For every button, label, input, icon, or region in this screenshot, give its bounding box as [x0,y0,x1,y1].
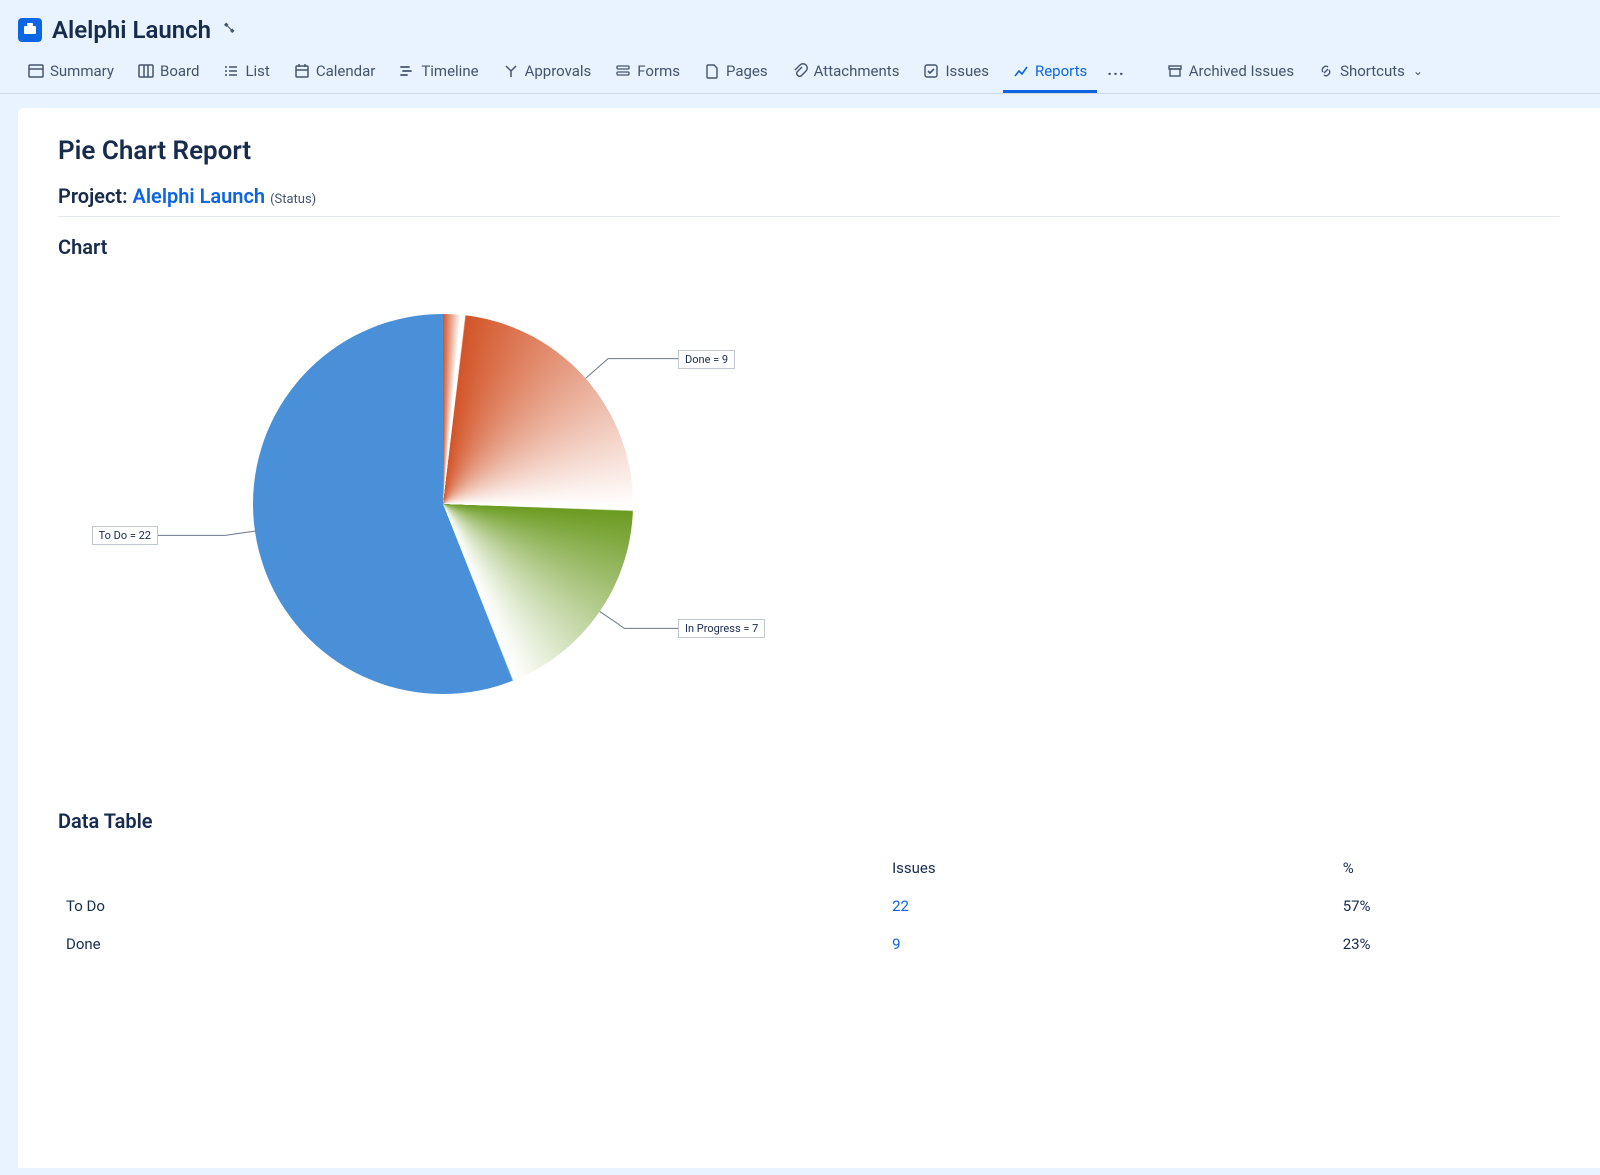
project-suffix: (Status) [270,192,316,207]
tab-calendar[interactable]: Calendar [284,54,386,93]
pages-icon [704,63,720,79]
tab-label: Reports [1035,62,1087,80]
project-header: Alelphi Launch [0,0,1600,50]
more-tabs-button[interactable]: ··· [1101,60,1130,87]
report-title: Pie Chart Report [58,136,1560,166]
cell-pct: 23% [1335,925,1560,963]
issues-icon [923,63,939,79]
tab-label: Issues [945,62,989,80]
tab-label: List [245,62,269,80]
tab-label: Board [160,62,199,80]
th-pct: % [1335,849,1560,887]
tab-board[interactable]: Board [128,54,209,93]
tab-label: Approvals [525,62,592,80]
project-tabs: Summary Board List Calendar Timeline App… [0,50,1600,94]
cell-status: To Do [58,887,884,925]
tab-label: Calendar [316,62,376,80]
project-prefix: Project: [58,184,133,208]
tab-approvals[interactable]: Approvals [493,54,602,93]
table-row: To Do 22 57% [58,887,1560,925]
project-link[interactable]: Alelphi Launch [133,184,266,208]
link-icon [1318,63,1334,79]
report-card: Pie Chart Report Project: Alelphi Launch… [18,108,1600,1168]
th-issues: Issues [884,849,1335,887]
table-row: Done 9 23% [58,925,1560,963]
tab-label: Summary [50,62,114,80]
tab-timeline[interactable]: Timeline [389,54,488,93]
chevron-down-icon: ⌄ [1413,64,1423,78]
project-icon [18,18,42,42]
layout-icon [28,63,44,79]
tab-label: Timeline [421,62,478,80]
tab-label: Pages [726,62,768,80]
table-heading: Data Table [58,809,1560,833]
attachment-icon [792,63,808,79]
table-header-row: Issues % [58,849,1560,887]
pie-chart: To Do = 22 Done = 9 In Progress = 7 [58,279,818,749]
cell-issues-link[interactable]: 22 [892,897,909,915]
timeline-icon [399,63,415,79]
tab-pages[interactable]: Pages [694,54,778,93]
calendar-icon [294,63,310,79]
cell-issues-link[interactable]: 9 [892,935,900,953]
tab-shortcuts[interactable]: Shortcuts ⌄ [1308,54,1433,93]
tab-label: Forms [637,62,680,80]
project-title[interactable]: Alelphi Launch [52,16,211,44]
tab-label: Attachments [814,62,900,80]
forms-icon [615,63,631,79]
tab-attachments[interactable]: Attachments [782,54,910,93]
cell-status: Done [58,925,884,963]
tab-summary[interactable]: Summary [18,54,124,93]
tab-label: Shortcuts [1340,62,1405,80]
pie-label-inprogress: In Progress = 7 [678,619,765,638]
cell-pct: 57% [1335,887,1560,925]
reports-icon [1013,63,1029,79]
chart-heading: Chart [58,235,1560,259]
archive-icon [1167,63,1183,79]
tab-issues[interactable]: Issues [913,54,999,93]
customize-icon[interactable] [221,21,239,39]
report-project-line: Project: Alelphi Launch (Status) [58,184,1560,217]
tab-label: Archived Issues [1189,62,1294,80]
data-table: Issues % To Do 22 57% Done 9 23% [58,849,1560,963]
list-icon [223,63,239,79]
tab-archived-issues[interactable]: Archived Issues [1157,54,1304,93]
th-status [58,849,884,887]
pie-label-done: Done = 9 [678,350,735,369]
pie-label-todo: To Do = 22 [92,526,158,545]
board-icon [138,63,154,79]
tab-forms[interactable]: Forms [605,54,690,93]
approvals-icon [503,63,519,79]
tab-list[interactable]: List [213,54,279,93]
tab-reports[interactable]: Reports [1003,54,1097,93]
